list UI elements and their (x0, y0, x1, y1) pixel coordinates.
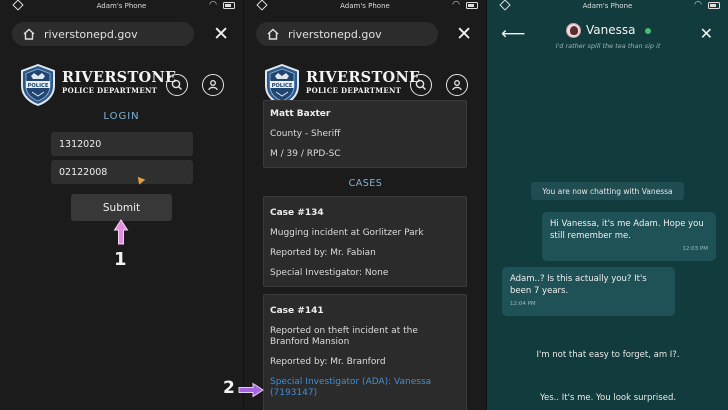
url-text[interactable]: riverstonepd.gov (288, 28, 382, 41)
password-field[interactable]: 02122008 (51, 160, 193, 184)
address-bar[interactable]: riverstonepd.gov (256, 22, 438, 46)
case-reporter: Reported by: Mr. Branford (270, 357, 386, 367)
incoming-message[interactable]: Adam..? Is this actually you? It's been … (502, 267, 675, 316)
wifi-icon: ◠ (694, 0, 702, 10)
username-field[interactable]: 1312020 (51, 132, 193, 156)
search-icon (171, 79, 182, 90)
step-number-2: 2 (223, 378, 235, 398)
device-name: Adam's Phone (582, 2, 633, 10)
brand-name: RIVERSTONE POLICE DEPARTMENT (306, 69, 421, 96)
badge-text: POLICE (272, 83, 293, 89)
badge-text: POLICE (28, 83, 49, 89)
message-text: Hi Vanessa, it's me Adam. Hope you still… (550, 219, 704, 241)
arrow-right-icon (238, 382, 264, 398)
message-text: Adam..? Is this actually you? It's been … (510, 274, 647, 296)
user-icon (452, 80, 462, 91)
search-button[interactable] (166, 74, 188, 96)
chat-header: ⟵ Vanessa I'd rather spill the tea than … (487, 18, 728, 56)
investigator-link-line-1[interactable]: Special Investigator (ADA): Vanessa (270, 377, 462, 388)
status-bar: Adam's Phone ◠ (0, 0, 243, 12)
login-title: LOGIN (103, 111, 140, 122)
step-number-1: 1 (114, 249, 127, 270)
chat-line: Yes.. It's me. You look surprised. (539, 393, 677, 403)
close-icon[interactable]: ✕ (456, 24, 472, 44)
login-screen: Adam's Phone ◠ riverstonepd.gov ✕ POLICE… (0, 0, 243, 410)
status-bar: Adam's Phone ◠ (487, 0, 728, 12)
url-text[interactable]: riverstonepd.gov (44, 28, 138, 41)
contact-status-text: I'd rather spill the tea than sip it (555, 42, 661, 50)
home-icon[interactable] (266, 27, 280, 41)
brand-name: RIVERSTONE POLICE DEPARTMENT (62, 69, 177, 96)
contact-name[interactable]: Vanessa (586, 23, 635, 37)
brand-title: RIVERSTONE (62, 69, 177, 86)
address-bar[interactable]: riverstonepd.gov (12, 22, 194, 46)
message-time: 12:04 PM (510, 301, 536, 307)
status-bar: Adam's Phone ◠ (244, 0, 486, 12)
notification-icon (499, 0, 511, 11)
case-reporter: Reported by: Mr. Fabian (270, 248, 376, 258)
case-description-line-2: Branford Mansion (270, 337, 350, 347)
contact-avatar[interactable] (566, 23, 581, 38)
device-name: Adam's Phone (340, 2, 390, 10)
outgoing-message[interactable]: Hi Vanessa, it's me Adam. Hope you still… (542, 212, 716, 261)
investigator-link-line-2[interactable]: (7193147) (270, 388, 462, 399)
account-button[interactable] (446, 74, 468, 96)
online-status-icon (645, 28, 651, 34)
cases-title: CASES (348, 178, 383, 189)
battery-icon (223, 2, 235, 9)
account-button[interactable] (202, 74, 224, 96)
submit-button[interactable]: Submit (71, 194, 172, 221)
close-icon[interactable]: ✕ (700, 24, 713, 43)
case-card[interactable]: Case #141 Reported on theft incident at … (263, 294, 467, 410)
back-arrow-icon[interactable]: ⟵ (501, 24, 525, 44)
cases-screen: Adam's Phone ◠ riverstonepd.gov ✕ POLICE… (243, 0, 486, 410)
arrow-up-icon (113, 219, 129, 245)
system-message: You are now chatting with Vanessa (531, 182, 684, 200)
profile-county: County - Sheriff (270, 129, 341, 139)
device-name: Adam's Phone (96, 2, 147, 10)
case-id: Case #141 (270, 306, 324, 316)
message-time: 12:03 PM (682, 246, 708, 252)
brand-subtitle: POLICE DEPARTMENT (62, 86, 158, 95)
wifi-icon: ◠ (209, 0, 217, 10)
case-description-line-1: Reported on theft incident at the (270, 326, 418, 336)
search-button[interactable] (410, 74, 432, 96)
police-badge-icon: POLICE (21, 64, 55, 106)
case-investigator: Special Investigator: None (270, 268, 389, 278)
profile-card: Matt Baxter County - Sheriff M / 39 / RP… (263, 100, 467, 168)
brand-title: RIVERSTONE (306, 69, 421, 86)
profile-details: M / 39 / RPD-SC (270, 149, 341, 159)
close-icon[interactable]: ✕ (213, 24, 229, 44)
search-icon (415, 79, 426, 90)
home-icon[interactable] (22, 27, 36, 41)
battery-icon (708, 2, 720, 9)
notification-icon (12, 0, 24, 11)
case-description: Mugging incident at Gorlitzer Park (270, 228, 424, 238)
site-header: POLICE RIVERSTONE POLICE DEPARTMENT (20, 64, 230, 106)
case-card[interactable]: Case #134 Mugging incident at Gorlitzer … (263, 196, 467, 287)
brand-subtitle: POLICE DEPARTMENT (306, 86, 402, 95)
chat-screen: Adam's Phone ◠ ⟵ Vanessa I'd rather spil… (486, 0, 728, 410)
user-icon (208, 80, 218, 91)
battery-icon (466, 2, 478, 9)
case-id: Case #134 (270, 208, 324, 218)
wifi-icon: ◠ (452, 0, 460, 10)
profile-name: Matt Baxter (270, 109, 331, 119)
chat-line: I'm not that easy to forget, am I?. (536, 350, 680, 360)
notification-icon (256, 0, 268, 11)
